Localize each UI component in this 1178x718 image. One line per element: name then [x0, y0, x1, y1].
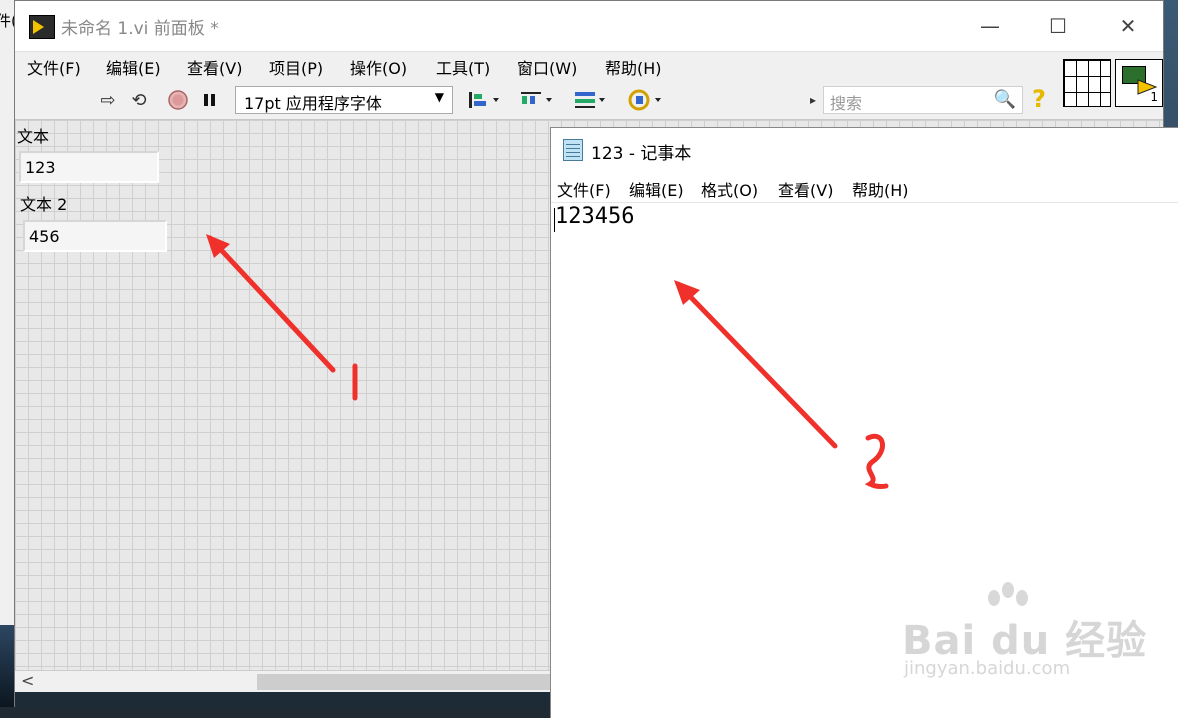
watermark-url: jingyan.baidu.com	[904, 658, 1071, 679]
annotation-arrow-2	[674, 280, 889, 489]
baidu-watermark: Bai du 经验 jingyan.baidu.com	[902, 580, 1162, 690]
annotation-arrow-1	[206, 234, 358, 401]
